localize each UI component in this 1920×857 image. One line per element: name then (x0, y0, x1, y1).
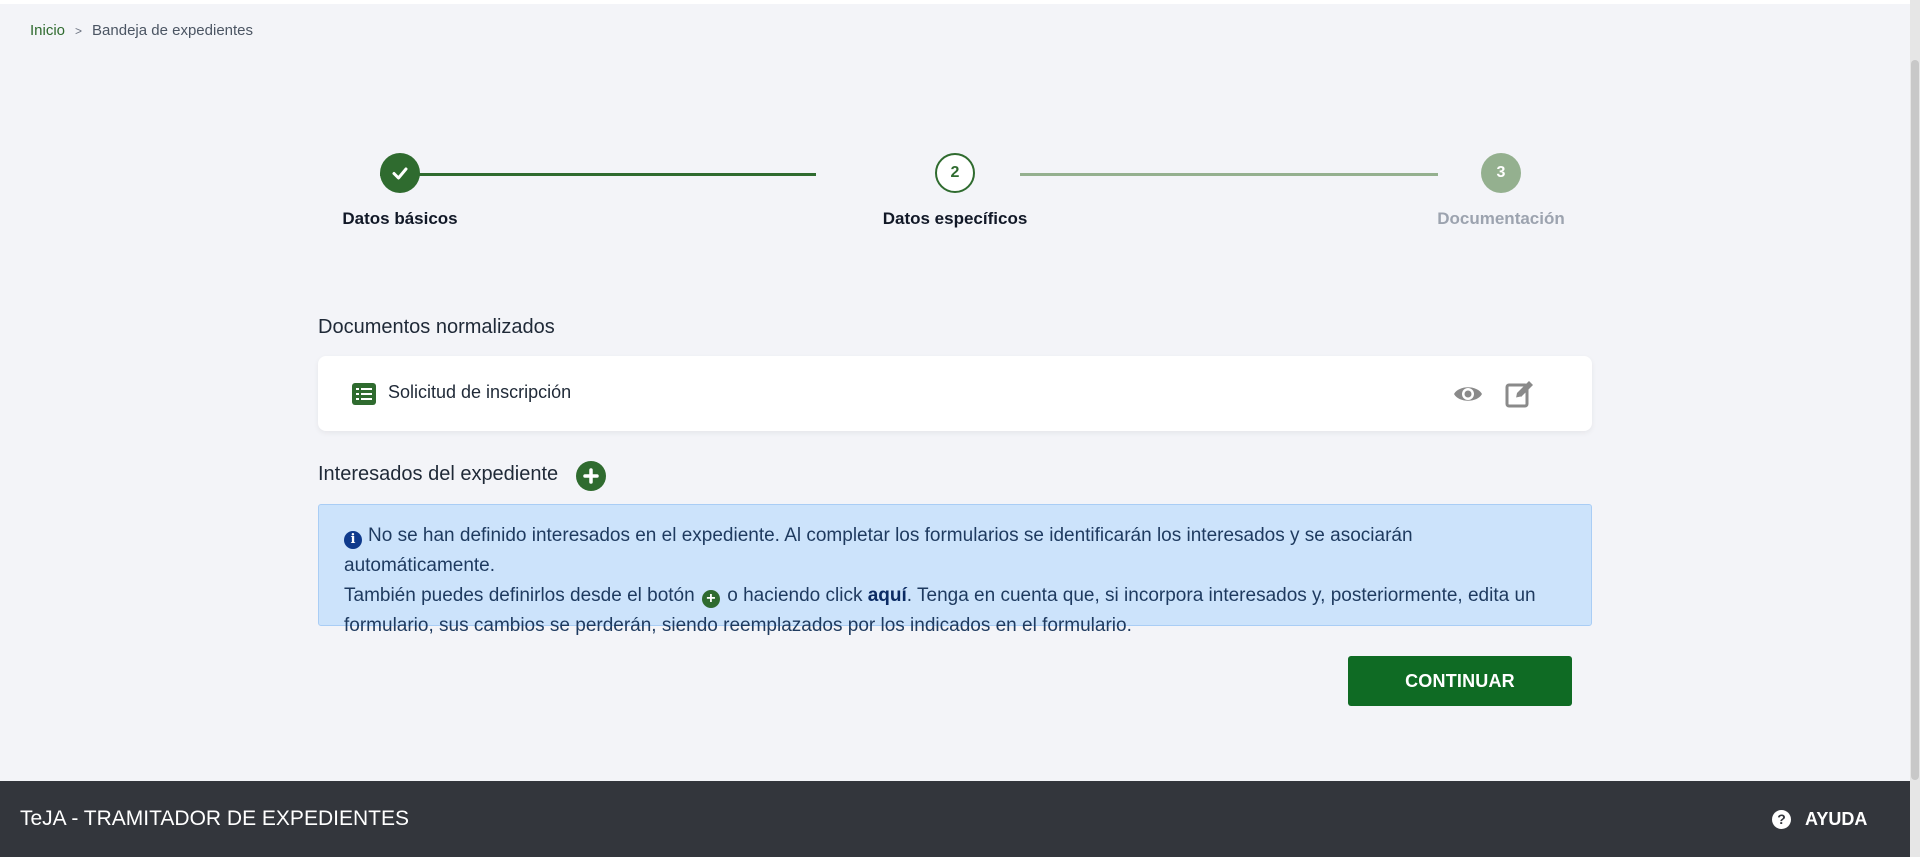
continue-button[interactable]: CONTINUAR (1348, 656, 1572, 706)
here-link[interactable]: aquí (868, 585, 907, 606)
add-interested-button[interactable] (576, 461, 606, 491)
info-alert: i No se han definido interesados en el ex… (318, 504, 1592, 636)
info-text-line1: No se han definido interesados en el exp… (344, 525, 1413, 576)
edit-icon[interactable] (1504, 378, 1536, 410)
interested-section-title: Interesados del expediente (318, 463, 559, 485)
scrollbar[interactable] (1910, 0, 1920, 857)
info-icon: i (344, 531, 362, 549)
step-2-label: Datos específicos (882, 209, 1028, 228)
plus-icon (583, 468, 599, 484)
breadcrumb-current: Bandeja de expedientes (92, 22, 254, 39)
top-bar (0, 0, 1910, 4)
step-3-circle: 3 (1481, 153, 1521, 193)
help-label: AYUDA (1805, 809, 1868, 829)
step-3-label: Documentación (1437, 209, 1565, 228)
step-1-label: Datos básicos (342, 209, 458, 228)
documents-section-title: Documentos normalizados (318, 316, 555, 338)
check-icon (392, 167, 408, 180)
breadcrumb-separator: > (75, 23, 83, 38)
breadcrumb-home-link[interactable]: Inicio (30, 22, 65, 39)
step-2-circle: 2 (935, 153, 975, 193)
eye-icon[interactable] (1452, 380, 1484, 408)
stepper: 2 3 Datos básicos Datos específicos Docu… (318, 153, 1592, 233)
help-button[interactable]: ? AYUDA (1772, 809, 1867, 830)
breadcrumb: Inicio > Bandeja de expedientes (30, 22, 253, 39)
list-alt-icon (352, 383, 376, 405)
stepper-connector-pending (1020, 173, 1438, 176)
question-icon: ? (1772, 810, 1791, 829)
plus-circle-icon: + (701, 590, 720, 608)
footer: TeJA - TRAMITADOR DE EXPEDIENTES ? AYUDA (0, 781, 1910, 857)
document-card: Solicitud de inscripción (318, 356, 1592, 431)
stepper-connector-completed (380, 173, 816, 176)
info-text-line2a: También puedes definirlos desde el botón (344, 585, 695, 606)
app-name: TeJA - TRAMITADOR DE EXPEDIENTES (20, 807, 409, 830)
document-name: Solicitud de inscripción (388, 382, 572, 402)
scrollbar-thumb[interactable] (1911, 60, 1919, 780)
info-text-line2b: o haciendo click (727, 585, 863, 606)
step-1-circle (380, 153, 420, 193)
